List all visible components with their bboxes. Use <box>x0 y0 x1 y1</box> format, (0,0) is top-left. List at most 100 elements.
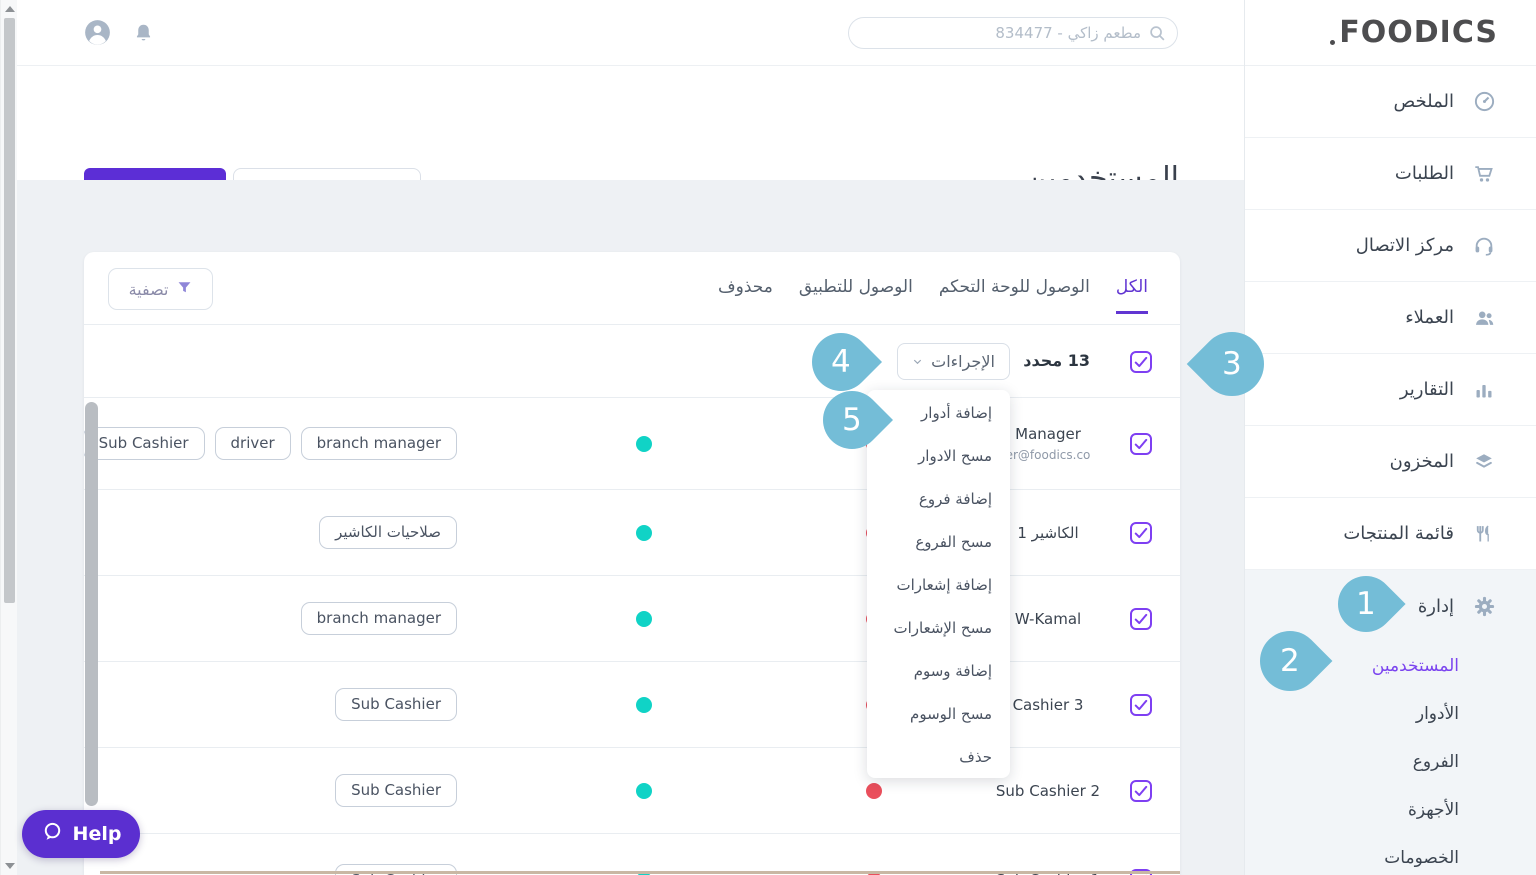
sidebar-item-label: العملاء <box>1405 307 1454 328</box>
table-row: Manager er@foodics.co branch manager dri… <box>84 398 1180 490</box>
avatar-icon[interactable] <box>84 19 111 50</box>
sidebar-item-label: قائمة المنتجات <box>1343 523 1454 544</box>
tab-all[interactable]: الكل <box>1115 277 1148 314</box>
user-name: Cashier 3 <box>1012 695 1084 714</box>
row-checkbox[interactable] <box>1130 432 1152 455</box>
content-area: الكل الوصول للوحة التحكم الوصول للتطبيق … <box>17 180 1244 875</box>
menu-item-add-roles[interactable]: إضافة أدوار <box>867 391 1010 434</box>
sidebar-item-label: إدارة <box>1417 595 1454 617</box>
menu-item-clear-notifications[interactable]: مسح الإشعارات <box>867 606 1010 649</box>
logo-row: FOODICS <box>1245 0 1536 66</box>
customers-icon <box>1471 307 1497 329</box>
menu-item-add-notifications[interactable]: إضافة إشعارات <box>867 563 1010 606</box>
menu-item-clear-tags[interactable]: مسح الوسوم <box>867 692 1010 735</box>
user-name: W-Kamal <box>1014 609 1082 628</box>
users-card: الكل الوصول للوحة التحكم الوصول للتطبيق … <box>84 252 1180 875</box>
table-row: الكاشير 1 صلاحيات الكاشير <box>84 490 1180 576</box>
sidebar: FOODICS الملخص الطلبات مركز الاتصال العم… <box>1244 0 1536 875</box>
user-name: الكاشير 1 <box>1017 523 1079 542</box>
funnel-icon <box>177 280 192 299</box>
console-access-dot <box>636 435 652 452</box>
app-access-dot <box>866 782 882 799</box>
table-row: Sub Cashier 1 Sub Cashier <box>84 834 1180 875</box>
role-chip: صلاحيات الكاشير <box>319 516 457 549</box>
sidebar-item-label: المخزون <box>1389 451 1454 472</box>
menu-item-add-branches[interactable]: إضافة فروع <box>867 477 1010 520</box>
tab-deleted[interactable]: محذوف <box>718 277 773 314</box>
row-checkbox[interactable] <box>1130 779 1152 802</box>
console-access-dot <box>636 782 652 799</box>
foodics-logo[interactable]: FOODICS <box>1330 15 1498 50</box>
table-horizontal-scrollbar[interactable] <box>100 871 1180 874</box>
gear-icon <box>1471 595 1497 618</box>
help-button[interactable]: Help <box>22 810 140 858</box>
sidebar-item-discounts[interactable]: الخصومات <box>1245 834 1536 875</box>
bell-icon[interactable] <box>133 21 154 49</box>
inventory-icon <box>1471 451 1497 473</box>
actions-button[interactable]: الإجراءات <box>897 343 1010 380</box>
tab-console-access[interactable]: الوصول للوحة التحكم <box>939 277 1090 314</box>
table-row: Sub Cashier 2 Sub Cashier <box>84 748 1180 834</box>
sidebar-item-summary[interactable]: الملخص <box>1245 66 1536 138</box>
roles-cell: Sub Cashier <box>335 834 457 875</box>
admin-submenu: المستخدمين الأدوار الفروع الأجهزة الخصوم… <box>1245 642 1536 875</box>
menu-item-delete[interactable]: حذف <box>867 735 1010 778</box>
reports-icon <box>1471 380 1497 400</box>
row-checkbox[interactable] <box>1130 521 1152 544</box>
search-input[interactable] <box>849 18 1177 48</box>
table-row: Cashier 3 Sub Cashier <box>84 662 1180 748</box>
page-header: المستخدمين إضافة مستخدم إستيراد/ تصدير <box>17 66 1244 208</box>
sidebar-item-inventory[interactable]: المخزون <box>1245 426 1536 498</box>
filter-button[interactable]: تصفية <box>108 268 213 310</box>
sidebar-item-label: مركز الاتصال <box>1355 235 1454 256</box>
row-checkbox[interactable] <box>1130 607 1152 630</box>
menu-item-add-tags[interactable]: إضافة وسوم <box>867 649 1010 692</box>
user-name: Manager <box>1015 425 1081 443</box>
scroll-up-arrow[interactable] <box>5 6 15 12</box>
sidebar-item-reports[interactable]: التقارير <box>1245 354 1536 426</box>
tab-app-access[interactable]: الوصول للتطبيق <box>799 277 913 314</box>
chat-bubble-icon <box>41 820 64 848</box>
role-chip: branch manager <box>300 602 457 635</box>
products-icon <box>1471 523 1497 545</box>
sidebar-nav: الملخص الطلبات مركز الاتصال العملاء التق… <box>1245 66 1536 570</box>
menu-item-clear-branches[interactable]: مسح الفروع <box>867 520 1010 563</box>
scrollbar-thumb[interactable] <box>4 18 15 603</box>
roles-cell: صلاحيات الكاشير <box>319 490 457 575</box>
sidebar-item-admin[interactable]: إدارة <box>1245 570 1536 642</box>
logo-dot-icon <box>1330 40 1336 45</box>
console-access-dot <box>636 610 652 627</box>
sidebar-item-orders[interactable]: الطلبات <box>1245 138 1536 210</box>
sidebar-item-roles[interactable]: الأدوار <box>1245 690 1536 738</box>
user-cell: Sub Cashier 1 <box>973 834 1123 875</box>
menu-item-clear-roles[interactable]: مسح الادوار <box>867 434 1010 477</box>
sidebar-item-label: الطلبات <box>1394 163 1454 184</box>
role-chip: branch manager <box>300 427 457 460</box>
roles-cell: branch manager driver Sub Cashier + <box>84 398 457 489</box>
headset-icon <box>1471 235 1497 257</box>
selection-bar: 13 محدد الإجراءات <box>84 325 1180 398</box>
global-search <box>848 17 1178 49</box>
sidebar-item-call-center[interactable]: مركز الاتصال <box>1245 210 1536 282</box>
row-checkbox[interactable] <box>1130 693 1152 716</box>
chevron-down-icon <box>912 352 923 371</box>
role-chip: driver <box>214 427 291 460</box>
search-icon <box>1149 25 1166 46</box>
sidebar-item-users[interactable]: المستخدمين <box>1245 642 1536 690</box>
logo-text: FOODICS <box>1339 15 1498 50</box>
select-all-checkbox[interactable] <box>1130 351 1152 373</box>
sidebar-item-label: التقارير <box>1399 379 1454 400</box>
actions-dropdown-menu: إضافة أدوار مسح الادوار إضافة فروع مسح ا… <box>867 390 1010 778</box>
topbar <box>17 0 1244 66</box>
dashboard-icon <box>1471 90 1497 113</box>
table-row: W-Kamal branch manager <box>84 576 1180 662</box>
scroll-down-arrow[interactable] <box>5 863 15 869</box>
sidebar-item-branches[interactable]: الفروع <box>1245 738 1536 786</box>
help-label: Help <box>72 823 122 845</box>
user-email: er@foodics.co <box>1005 448 1091 462</box>
table-vertical-scrollbar[interactable] <box>85 402 98 806</box>
sidebar-item-customers[interactable]: العملاء <box>1245 282 1536 354</box>
roles-cell: branch manager <box>300 576 457 661</box>
sidebar-item-devices[interactable]: الأجهزة <box>1245 786 1536 834</box>
sidebar-item-products[interactable]: قائمة المنتجات <box>1245 498 1536 570</box>
